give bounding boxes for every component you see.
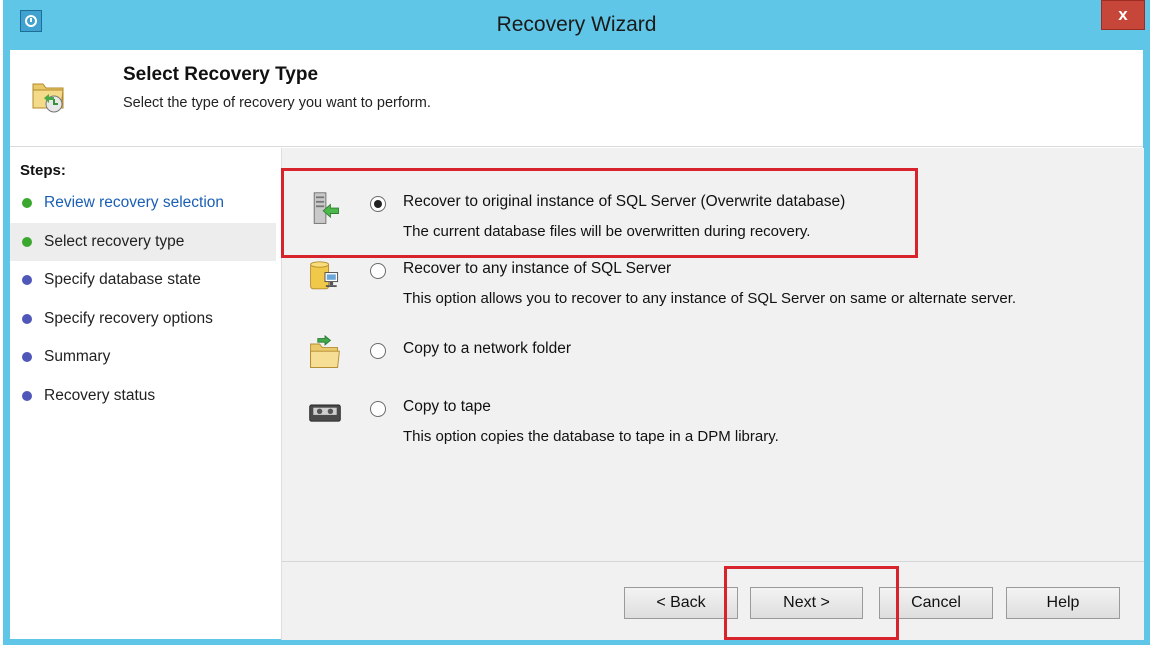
option-copy-to-tape[interactable]: Copy to tape This option copies the data…	[282, 398, 1142, 448]
cancel-button[interactable]: Cancel	[879, 587, 993, 619]
tape-icon	[309, 404, 341, 422]
step-label: Review recovery selection	[44, 194, 225, 211]
step-select-recovery-type[interactable]: Select recovery type	[10, 222, 276, 261]
step-label: Recovery status	[44, 386, 156, 404]
step-done-dot-icon	[22, 236, 32, 247]
radio-copy-network-folder[interactable]	[370, 343, 386, 359]
option-label: Recover to any instance of SQL Server	[403, 260, 672, 277]
recovery-options-panel: Recover to original instance of SQL Serv…	[281, 148, 1144, 561]
step-summary: Summary	[10, 338, 276, 377]
step-pending-dot-icon	[22, 313, 32, 324]
help-button[interactable]: Help	[1006, 587, 1120, 619]
option-recover-original-instance[interactable]: Recover to original instance of SQL Serv…	[282, 192, 1142, 243]
step-specify-recovery-options: Specify recovery options	[10, 300, 276, 339]
step-label: Select recovery type	[44, 232, 185, 250]
step-label: Summary	[44, 348, 111, 365]
option-label: Copy to tape	[403, 398, 491, 415]
option-recover-any-instance[interactable]: Recover to any instance of SQL Server Th…	[282, 260, 1142, 310]
page-title: Select Recovery Type	[123, 64, 319, 85]
wizard-header: Select Recovery Type Select the type of …	[10, 50, 1143, 147]
recovery-wizard-window: Recovery Wizard x Select Recovery Type S…	[3, 0, 1150, 645]
steps-panel: Steps: Review recovery selection Select …	[10, 148, 276, 639]
server-restore-icon	[313, 192, 339, 224]
wizard-client-area: Select Recovery Type Select the type of …	[10, 50, 1144, 640]
step-done-dot-icon	[22, 198, 32, 208]
close-button[interactable]: x	[1101, 0, 1145, 30]
title-bar[interactable]: Recovery Wizard x	[3, 0, 1150, 50]
step-pending-dot-icon	[22, 352, 32, 362]
database-server-icon	[310, 261, 339, 290]
wizard-footer: < Back Next > Cancel Help	[281, 561, 1144, 640]
step-label: Specify recovery options	[44, 309, 213, 327]
step-review-recovery-selection[interactable]: Review recovery selection	[10, 184, 276, 223]
steps-heading: Steps:	[20, 162, 66, 179]
option-label: Recover to original instance of SQL Serv…	[403, 193, 846, 210]
network-folder-icon	[310, 335, 340, 368]
window-title: Recovery Wizard	[496, 13, 657, 36]
radio-recover-any-instance[interactable]	[370, 263, 386, 279]
step-pending-dot-icon	[22, 390, 32, 401]
option-label: Copy to a network folder	[403, 340, 572, 357]
step-label: Specify database state	[44, 271, 201, 288]
option-copy-network-folder[interactable]: Copy to a network folder	[282, 335, 1142, 376]
radio-recover-original[interactable]	[370, 196, 386, 212]
option-description: The current database files will be overw…	[403, 223, 811, 240]
step-recovery-status: Recovery status	[10, 377, 276, 416]
step-pending-dot-icon	[22, 275, 32, 285]
option-description: This option copies the database to tape …	[403, 428, 779, 445]
back-button[interactable]: < Back	[624, 587, 738, 619]
option-description: This option allows you to recover to any…	[403, 290, 1017, 307]
recovery-folder-icon	[32, 83, 64, 113]
page-subtitle: Select the type of recovery you want to …	[123, 95, 431, 111]
next-button[interactable]: Next >	[750, 587, 863, 619]
radio-copy-to-tape[interactable]	[370, 401, 386, 417]
step-specify-database-state: Specify database state	[10, 261, 276, 300]
